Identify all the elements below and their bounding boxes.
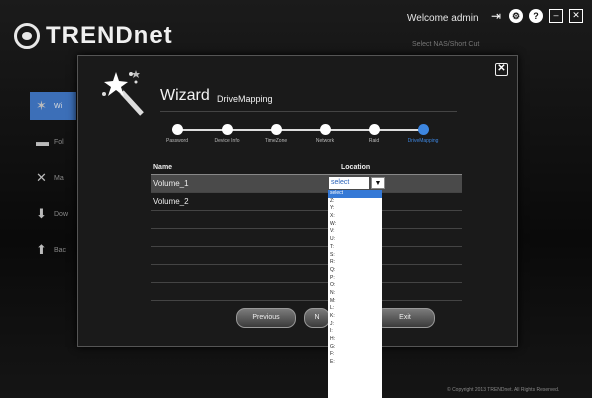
sidebar-item-backup[interactable]: ⬆ Bac — [30, 236, 76, 264]
dropdown-option[interactable]: O: — [328, 282, 382, 290]
location-select-value[interactable]: select — [329, 177, 369, 189]
minimize-icon[interactable]: – — [549, 9, 563, 23]
sidebar-item-folder[interactable]: ▬ Fol — [30, 128, 76, 156]
exit-button[interactable]: Exit — [375, 308, 435, 328]
dropdown-option[interactable]: X: — [328, 213, 382, 221]
location-select[interactable]: select ▼ — [329, 177, 386, 189]
step-dot-current — [417, 124, 429, 135]
wizard-title: Wizard — [160, 87, 210, 104]
previous-button[interactable]: Previous — [236, 308, 296, 328]
copyright-text: © Copyright 2013 TRENDnet. All Rights Re… — [447, 387, 560, 393]
table-row[interactable]: Volume_2 — [151, 193, 462, 211]
sidebar-item-management[interactable]: ✕ Ma — [30, 164, 76, 192]
dropdown-option[interactable]: I: — [328, 328, 382, 336]
download-icon: ⬇ — [36, 206, 47, 221]
dropdown-option[interactable]: P: — [328, 275, 382, 283]
sidebar-item-label: Wi — [54, 102, 63, 110]
dialog-close-button[interactable]: ✕ — [495, 63, 508, 76]
volume-name: Volume_2 — [153, 197, 189, 206]
sidebar-item-label: Bac — [54, 246, 67, 254]
app-window: TRENDnet Welcome admin Select NAS/Short … — [0, 0, 592, 398]
drive-mapping-table: Name Location Volume_1 Volume_2 — [151, 164, 462, 301]
dropdown-option[interactable]: E: — [328, 359, 382, 367]
chevron-down-icon[interactable]: ▼ — [371, 177, 385, 189]
dropdown-option[interactable]: W: — [328, 221, 382, 229]
sidebar-item-label: Ma — [54, 174, 64, 182]
dropdown-option[interactable]: J: — [328, 321, 382, 329]
column-header-name: Name — [153, 164, 173, 171]
step-dot — [319, 124, 331, 135]
settings-icon[interactable]: ⚙ — [509, 9, 523, 23]
table-row — [151, 211, 462, 229]
close-icon[interactable]: ✕ — [569, 9, 583, 23]
sidebar-item-label: Dow — [54, 210, 69, 218]
dropdown-option[interactable]: Q: — [328, 267, 382, 275]
dropdown-option[interactable]: F: — [328, 351, 382, 359]
table-row — [151, 283, 462, 301]
welcome-text: Welcome admin — [407, 13, 479, 24]
dropdown-option[interactable]: L: — [328, 305, 382, 313]
dropdown-option[interactable]: select — [328, 190, 382, 198]
step-label: DriveMapping — [407, 138, 439, 144]
dropdown-option[interactable]: S: — [328, 252, 382, 260]
wizard-icon: ✶ — [36, 98, 47, 113]
dropdown-option[interactable]: V: — [328, 228, 382, 236]
dropdown-option[interactable]: Y: — [328, 205, 382, 213]
sidebar-item-wizard[interactable]: ✶ Wi — [30, 92, 76, 120]
wizard-subtitle: DriveMapping — [217, 94, 273, 104]
step-dot — [221, 124, 233, 135]
dropdown-option[interactable]: N: — [328, 290, 382, 298]
help-icon[interactable]: ? — [529, 9, 543, 23]
sidebar-item-download[interactable]: ⬇ Dow — [30, 200, 76, 228]
magic-wand-icon — [102, 70, 144, 116]
dropdown-option[interactable]: G: — [328, 344, 382, 352]
logo-ring-icon — [14, 23, 40, 49]
trendnet-logo: TRENDnet — [14, 22, 173, 50]
dropdown-option[interactable]: R: — [328, 259, 382, 267]
location-dropdown-list[interactable]: select Z: Y: X: W: V: U: T: S: R: Q: P: O: N: M: L: K: J:… — [328, 190, 382, 398]
dropdown-option[interactable]: T: — [328, 244, 382, 252]
wizard-dialog: ✕ Wizard DriveMapping Password Device In… — [77, 55, 518, 347]
volume-name: Volume_1 — [153, 179, 189, 188]
dropdown-option[interactable]: H: — [328, 336, 382, 344]
step-drive-mapping: DriveMapping — [393, 124, 453, 144]
table-row — [151, 247, 462, 265]
table-row — [151, 229, 462, 247]
tools-icon: ✕ — [36, 170, 47, 185]
folder-icon: ▬ — [36, 134, 49, 149]
title-divider — [160, 111, 457, 112]
next-button[interactable]: N — [304, 308, 330, 328]
wizard-steps: Password Device Info TimeZone Network Ra… — [158, 124, 473, 150]
table-row[interactable]: Volume_1 — [151, 175, 462, 193]
dropdown-option[interactable]: M: — [328, 298, 382, 306]
backup-icon: ⬆ — [36, 242, 47, 257]
logout-icon[interactable]: ⇥ — [489, 9, 503, 23]
brand-name: TRENDnet — [46, 22, 173, 49]
top-toolbar: ⇥ ⚙ ? – ✕ — [489, 9, 583, 23]
dropdown-option[interactable]: U: — [328, 236, 382, 244]
step-dot — [171, 124, 183, 135]
step-dot — [368, 124, 380, 135]
dropdown-option[interactable]: Z: — [328, 198, 382, 206]
dropdown-option[interactable]: K: — [328, 313, 382, 321]
table-header: Name Location — [151, 164, 462, 175]
nas-shortcut-link[interactable]: Select NAS/Short Cut — [412, 41, 479, 48]
step-dot — [270, 124, 282, 135]
sidebar: ✶ Wi ▬ Fol ✕ Ma ⬇ Dow ⬆ Bac — [30, 92, 76, 272]
sidebar-item-label: Fol — [54, 138, 64, 146]
column-header-location: Location — [341, 164, 371, 171]
table-row — [151, 265, 462, 283]
